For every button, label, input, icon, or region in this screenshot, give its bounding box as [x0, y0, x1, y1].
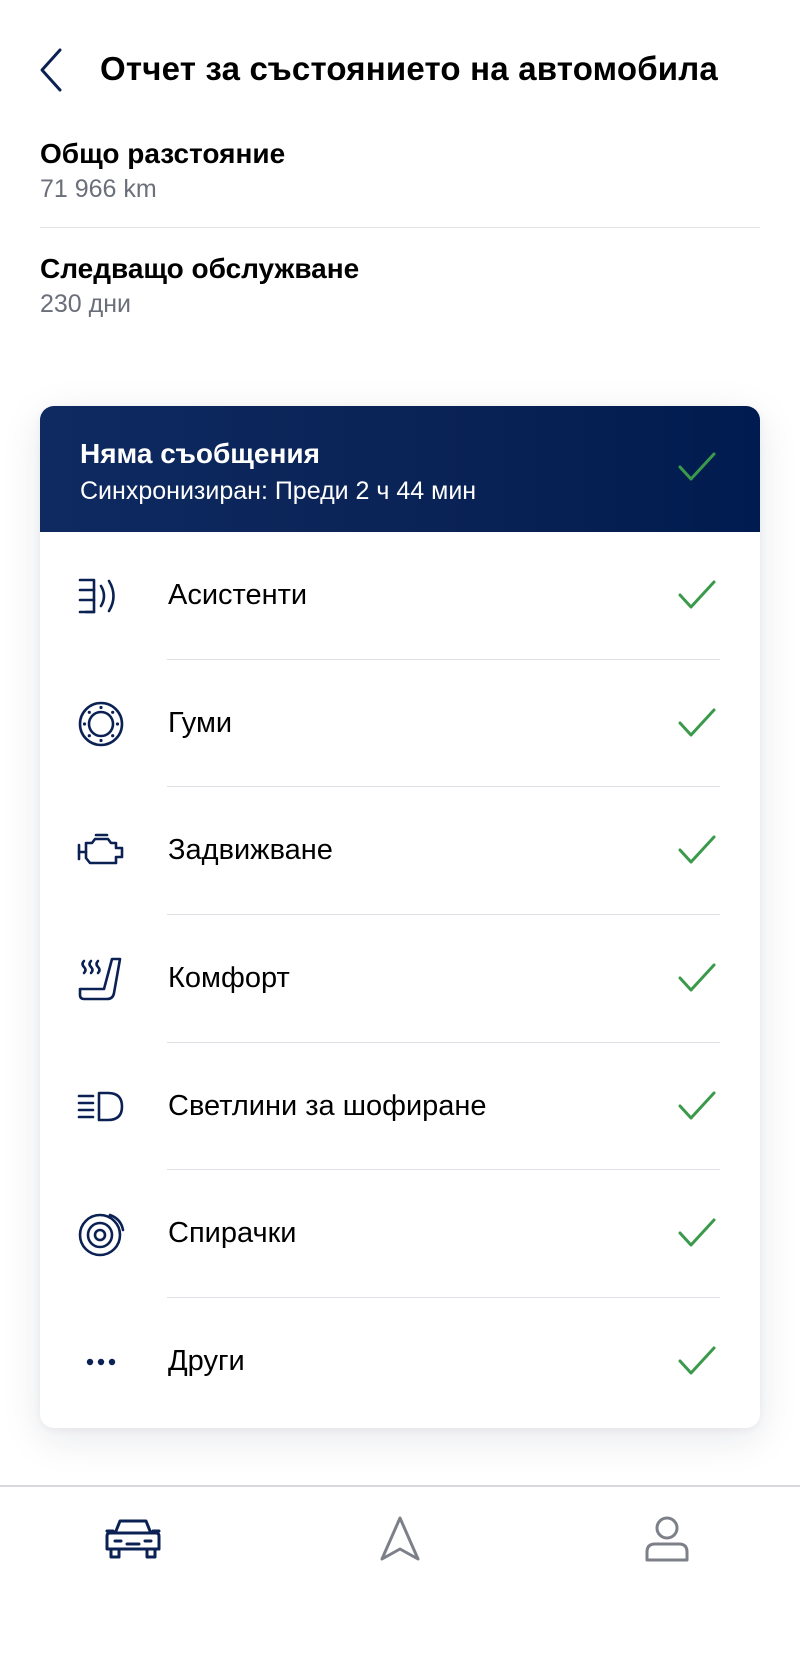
status-card-title: Няма съобщения [80, 438, 320, 469]
driver-assist-icon [78, 578, 115, 614]
status-card-header: Няма съобщения Синхронизиран: Преди 2 ч … [40, 406, 760, 532]
status-item-assistants[interactable]: Асистенти [40, 532, 760, 660]
divider [40, 227, 760, 228]
status-list: Асистенти Гуми Задвижване Комфорт Светли… [40, 532, 760, 1426]
headlight-icon [77, 1091, 124, 1122]
car-icon [105, 1519, 161, 1559]
more-icon [86, 1358, 116, 1366]
status-item-label: Гуми [168, 706, 233, 739]
status-item-label: Асистенти [168, 579, 308, 611]
navigation-arrow-icon [380, 1516, 420, 1561]
checkmark-icon [678, 1218, 716, 1247]
next-service-value: 230 дни [40, 290, 132, 318]
engine-icon [77, 834, 124, 865]
bottom-navigation [0, 1485, 800, 1653]
status-item-tires[interactable]: Гуми [40, 660, 760, 788]
nav-tab-vehicle[interactable] [98, 1515, 168, 1575]
checkmark-icon [678, 835, 716, 864]
heated-seat-icon [78, 957, 122, 1001]
checkmark-icon [678, 1346, 716, 1375]
chevron-left-icon [40, 48, 62, 92]
checkmark-icon [678, 1091, 716, 1120]
checkmark-icon [678, 452, 716, 481]
tire-icon [78, 701, 124, 746]
brake-disc-icon [78, 1214, 125, 1257]
mileage-label: Общо разстояние [40, 138, 286, 169]
back-button[interactable] [36, 46, 70, 94]
top-bar: Отчет за състоянието на автомобила [0, 40, 800, 100]
status-item-driving-lights[interactable]: Светлини за шофиране [40, 1043, 760, 1171]
checkmark-icon [678, 708, 716, 737]
page-title: Отчет за състоянието на автомобила [100, 50, 718, 87]
nav-tab-navigation[interactable] [365, 1515, 435, 1575]
mileage-section: Общо разстояние 71 966 km [40, 136, 760, 206]
status-item-comfort[interactable]: Комфорт [40, 915, 760, 1043]
status-item-label: Задвижване [168, 834, 333, 867]
status-item-label: Спирачки [168, 1217, 297, 1250]
checkmark-icon [678, 580, 716, 609]
next-service-label: Следващо обслужване [40, 253, 360, 284]
sync-status-text: Синхронизиран: Преди 2 ч 44 мин [80, 477, 477, 505]
vehicle-status-screen: Отчет за състоянието на автомобила Общо … [0, 0, 800, 1653]
status-item-label: Комфорт [168, 962, 290, 995]
nav-tab-profile[interactable] [632, 1515, 702, 1575]
next-service-section: Следващо обслужване 230 дни [40, 251, 760, 321]
profile-icon [645, 1516, 689, 1562]
status-item-label: Светлини за шофиране [168, 1089, 487, 1122]
status-item-drivetrain[interactable]: Задвижване [40, 787, 760, 916]
status-item-other[interactable]: Други [40, 1298, 760, 1426]
mileage-value: 71 966 km [40, 175, 157, 203]
checkmark-icon [678, 963, 716, 992]
status-item-brakes[interactable]: Спирачки [40, 1170, 760, 1299]
status-item-label: Други [168, 1345, 245, 1378]
status-card: Няма съобщения Синхронизиран: Преди 2 ч … [40, 406, 760, 1428]
